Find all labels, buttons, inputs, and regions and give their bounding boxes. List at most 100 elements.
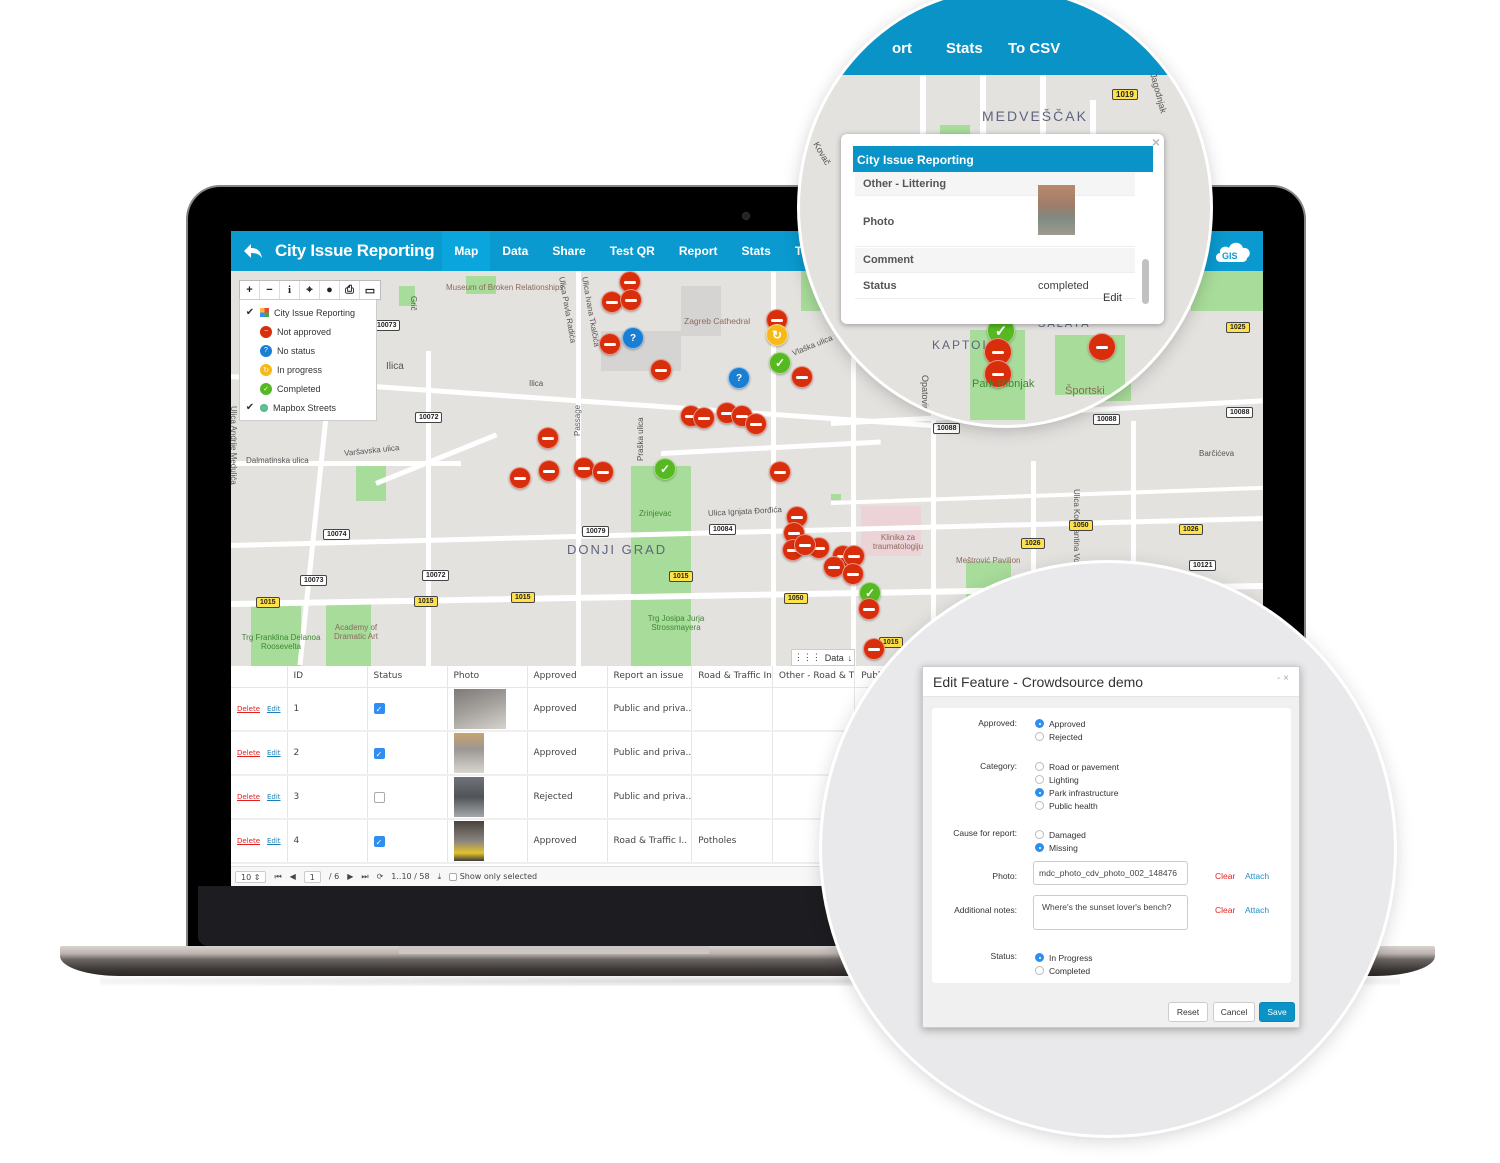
issue-marker-not-approved[interactable]: [620, 289, 642, 311]
cancel-button[interactable]: Cancel: [1213, 1002, 1255, 1022]
issue-marker-not-approved[interactable]: [599, 333, 621, 355]
show-only-selected-checkbox[interactable]: [449, 872, 458, 881]
check-icon[interactable]: ✔: [240, 307, 260, 318]
info-icon[interactable]: i: [280, 281, 300, 299]
issue-marker-not-approved[interactable]: [538, 460, 560, 482]
tab-to-csv-zoomed[interactable]: To CSV: [1008, 40, 1060, 57]
back-arrow-icon[interactable]: [231, 231, 275, 271]
status-checkbox[interactable]: ✓: [373, 703, 385, 715]
show-only-selected-toggle[interactable]: Show only selected: [449, 872, 537, 881]
edit-link[interactable]: Edit: [267, 793, 281, 801]
popup-photo-thumbnail[interactable]: [1038, 185, 1075, 235]
delete-link[interactable]: Delete: [237, 793, 260, 801]
locate-icon[interactable]: ⌖: [300, 281, 320, 299]
delete-link[interactable]: Delete: [237, 837, 260, 845]
next-page-icon[interactable]: ▶: [347, 872, 353, 881]
tab-report-zoomed[interactable]: ort: [892, 40, 912, 57]
notes-textarea[interactable]: Where's the sunset lover's bench?: [1033, 895, 1188, 930]
photo-clear-link[interactable]: Clear: [1215, 871, 1235, 881]
delete-link[interactable]: Delete: [237, 705, 260, 713]
status-checkbox[interactable]: [373, 791, 385, 803]
legend-item-mapbox-streets[interactable]: ✔ Mapbox Streets: [240, 398, 376, 417]
issue-marker-not-approved[interactable]: [537, 427, 559, 449]
tab-data[interactable]: Data: [490, 231, 540, 271]
zoom-out-icon[interactable]: −: [260, 281, 280, 299]
tab-test-qr[interactable]: Test QR: [598, 231, 667, 271]
tab-report[interactable]: Report: [667, 231, 730, 271]
delete-link[interactable]: Delete: [237, 749, 260, 757]
photo-thumbnail[interactable]: [453, 821, 484, 861]
issue-marker-not-approved[interactable]: [509, 467, 531, 489]
tab-share[interactable]: Share: [540, 231, 597, 271]
check-icon[interactable]: ✔: [240, 402, 260, 413]
radio-public-health[interactable]: Public health: [1035, 799, 1119, 812]
issue-marker-not-approved[interactable]: [858, 598, 880, 620]
column-header-report[interactable]: Report an issue: [607, 666, 693, 688]
gis-cloud-logo[interactable]: GIS: [1203, 231, 1263, 271]
issue-marker-completed[interactable]: ✓: [769, 352, 791, 374]
column-header-status[interactable]: Status: [367, 666, 448, 688]
reset-button[interactable]: Reset: [1168, 1002, 1208, 1022]
photo-thumbnail[interactable]: [453, 688, 506, 729]
radio-rejected[interactable]: Rejected: [1035, 730, 1085, 743]
issue-marker-not-approved[interactable]: [863, 638, 885, 660]
legend-item-not-approved[interactable]: − Not approved: [240, 322, 376, 341]
photo-thumbnail[interactable]: [453, 777, 484, 817]
radio-road-or-pavement[interactable]: Road or pavement: [1035, 760, 1119, 773]
save-button[interactable]: Save: [1259, 1002, 1295, 1022]
data-panel-toggle[interactable]: ⋮⋮⋮ Data ↓: [791, 649, 855, 666]
popup-scrollbar[interactable]: [1142, 259, 1149, 304]
issue-marker-not-approved[interactable]: [745, 413, 767, 435]
measure-icon[interactable]: ▭: [360, 281, 380, 299]
issue-marker-in-progress[interactable]: ↻: [766, 324, 788, 346]
radio-missing[interactable]: Missing: [1035, 841, 1086, 854]
photo-attach-link[interactable]: Attach: [1245, 871, 1269, 881]
column-header-id[interactable]: ID: [287, 666, 368, 688]
column-header-approved[interactable]: Approved: [527, 666, 608, 688]
issue-marker-not-approved[interactable]: [592, 461, 614, 483]
status-checkbox[interactable]: ✓: [373, 747, 385, 759]
status-checkbox[interactable]: ✓: [373, 835, 385, 847]
close-icon[interactable]: ×: [1152, 134, 1160, 150]
tab-map[interactable]: Map: [442, 231, 491, 271]
zoom-in-icon[interactable]: +: [240, 281, 260, 299]
notes-clear-link[interactable]: Clear: [1215, 905, 1235, 915]
popup-edit-link[interactable]: Edit: [1103, 292, 1122, 304]
column-header-other-road[interactable]: Other - Road & T: [772, 666, 856, 688]
radio-park-infrastructure[interactable]: Park infrastructure: [1035, 786, 1119, 799]
legend-item-in-progress[interactable]: ↻ In progress: [240, 360, 376, 379]
radio-lighting[interactable]: Lighting: [1035, 773, 1119, 786]
radio-completed[interactable]: Completed: [1035, 964, 1092, 977]
dialog-window-controls[interactable]: - ×: [1277, 673, 1289, 684]
issue-marker-no-status[interactable]: ?: [728, 367, 750, 389]
photo-thumbnail[interactable]: [453, 733, 484, 773]
issue-marker-not-approved[interactable]: [769, 461, 791, 483]
prev-page-icon[interactable]: ◀: [290, 872, 296, 881]
tab-stats[interactable]: Stats: [729, 231, 782, 271]
legend-item-completed[interactable]: ✓ Completed: [240, 379, 376, 398]
column-header-road-traffic[interactable]: Road & Traffic In: [691, 666, 773, 688]
legend-item-no-status[interactable]: ? No status: [240, 341, 376, 360]
issue-marker-not-approved[interactable]: [791, 366, 813, 388]
issue-marker-not-approved[interactable]: [1088, 333, 1116, 361]
issue-marker-not-approved[interactable]: [794, 534, 816, 556]
page-size-select[interactable]: 10 ⇕: [235, 870, 267, 883]
first-page-icon[interactable]: ⏮: [274, 872, 281, 882]
page-input[interactable]: 1: [303, 870, 321, 883]
radio-approved[interactable]: Approved: [1035, 717, 1085, 730]
globe-icon[interactable]: ●: [320, 281, 340, 299]
legend-item-city-issue-reporting[interactable]: ✔ City Issue Reporting: [240, 303, 376, 322]
tab-stats-zoomed[interactable]: Stats: [946, 40, 983, 57]
refresh-icon[interactable]: ⟳: [377, 872, 384, 881]
issue-marker-not-approved[interactable]: [842, 563, 864, 585]
edit-link[interactable]: Edit: [267, 837, 281, 845]
notes-attach-link[interactable]: Attach: [1245, 905, 1269, 915]
download-icon[interactable]: ⤓: [438, 872, 442, 882]
edit-link[interactable]: Edit: [267, 749, 281, 757]
photo-input[interactable]: mdc_photo_cdv_photo_002_148476: [1033, 861, 1188, 885]
issue-marker-not-approved[interactable]: [693, 407, 715, 429]
print-icon[interactable]: ⎙: [340, 281, 360, 299]
radio-damaged[interactable]: Damaged: [1035, 828, 1086, 841]
issue-marker-completed[interactable]: ✓: [654, 458, 676, 480]
radio-in-progress[interactable]: In Progress: [1035, 951, 1092, 964]
